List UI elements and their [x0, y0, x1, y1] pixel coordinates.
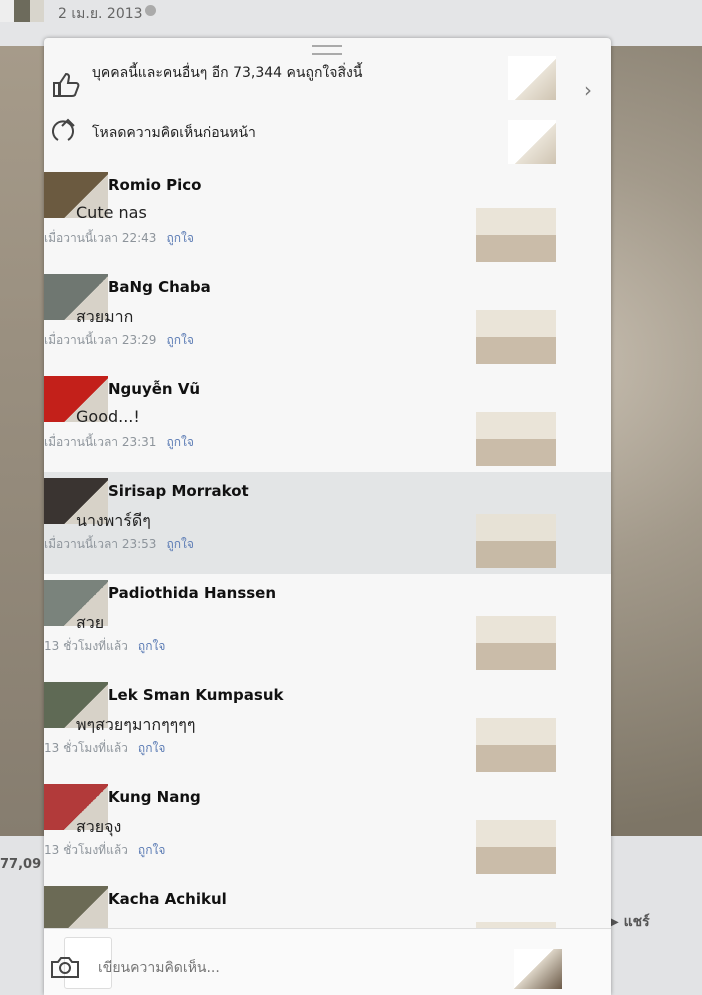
- likes-summary-text: บุคคลนี้และคนอื่นๆ อีก 73,344 คนถูกใจสิ่…: [92, 65, 363, 81]
- comment-like-link[interactable]: ถูกใจ: [138, 843, 165, 857]
- comment-side-thumbnail: [476, 274, 556, 364]
- composer-thumbnail: [514, 949, 562, 989]
- comment-side-thumbnail: [476, 478, 556, 568]
- comment-meta: เมื่อวานนี้เวลา 23:53 ถูกใจ: [44, 535, 194, 554]
- comment-row[interactable]: Romio Pico Cute nas เมื่อวานนี้เวลา 22:43 ถ…: [44, 166, 611, 268]
- comment-side-thumbnail: [476, 580, 556, 670]
- comment-row[interactable]: BaNg Chaba สวยมากเมื่อวานนี้เวลา 23:29 ถูก…: [44, 268, 611, 370]
- comment-text: Good...!: [76, 407, 140, 426]
- commenter-name[interactable]: Lek Sman Kumpasuk: [108, 686, 284, 704]
- refresh-icon: [52, 118, 75, 141]
- camera-icon[interactable]: [50, 953, 80, 979]
- comment-time: เมื่อวานนี้เวลา 23:53: [44, 537, 157, 551]
- likes-count-partial: 77,09: [0, 857, 42, 872]
- thumbs-up-icon: [53, 72, 80, 97]
- commenter-name[interactable]: Romio Pico: [108, 176, 202, 194]
- comment-side-thumbnail: [476, 376, 556, 466]
- commenter-avatar[interactable]: [44, 886, 108, 932]
- comment-like-link[interactable]: ถูกใจ: [166, 435, 193, 449]
- load-thumbnail: [508, 120, 556, 164]
- comment-meta: 13 ชั่วโมงที่แล้ว ถูกใจ: [44, 739, 165, 758]
- comment-like-link[interactable]: ถูกใจ: [166, 333, 193, 347]
- comment-time: เมื่อวานนี้เวลา 23:29: [44, 333, 157, 347]
- globe-icon: [145, 5, 156, 16]
- comment-text: พๆสวยๆมากๆๆๆๆ: [76, 715, 196, 734]
- commenter-name[interactable]: Nguyễn Vũ: [108, 380, 200, 398]
- comment-like-link[interactable]: ถูกใจ: [166, 231, 193, 245]
- comment-text: Cute nas: [76, 203, 147, 222]
- commenter-name[interactable]: Padiothida Hanssen: [108, 584, 276, 602]
- comment-meta: 13 ชั่วโมงที่แล้ว ถูกใจ: [44, 841, 165, 860]
- comment-input[interactable]: [96, 959, 520, 977]
- comment-text: สวยจุง: [76, 817, 122, 836]
- chevron-right-icon[interactable]: ›: [584, 78, 592, 102]
- comment-row[interactable]: Kung Nang สวยจุง 13 ชั่วโมงที่แล้ว ถูกใจ: [44, 778, 611, 880]
- comment-row[interactable]: Padiothida Hanssen สวย 13 ชั่วโมงที่แล้ว ถู…: [44, 574, 611, 676]
- comment-text: นางพาร์ดีๆ: [76, 511, 151, 530]
- comment-side-thumbnail: [476, 682, 556, 772]
- load-previous-row[interactable]: โหลดความคิดเห็นก่อนหน้า: [44, 106, 611, 168]
- comment-time: 13 ชั่วโมงที่แล้ว: [44, 741, 128, 755]
- photo-left-edge: [0, 46, 44, 836]
- comment-meta: เมื่อวานนี้เวลา 23:29 ถูกใจ: [44, 331, 194, 350]
- post-date: 2 เม.ย. 2013: [58, 6, 143, 22]
- commenter-name[interactable]: Sirisap Morrakot: [108, 482, 249, 500]
- comment-meta: 13 ชั่วโมงที่แล้ว ถูกใจ: [44, 637, 165, 656]
- comment-row[interactable]: Lek Sman Kumpasuk พๆสวยๆมากๆๆๆๆ 13 ชั่วโมง…: [44, 676, 611, 778]
- poster-avatar[interactable]: [0, 0, 44, 22]
- comment-time: 13 ชั่วโมงที่แล้ว: [44, 639, 128, 653]
- commenter-name[interactable]: Kacha Achikul: [108, 890, 227, 908]
- comment-row[interactable]: Nguyễn Vũ Good...! เมื่อวานนี้เวลา 23:31 ถู…: [44, 370, 611, 472]
- share-button[interactable]: ▶ แชร์: [608, 911, 650, 933]
- comment-like-link[interactable]: ถูกใจ: [138, 639, 165, 653]
- comment-text: สวยมาก: [76, 307, 134, 326]
- comment-meta: เมื่อวานนี้เวลา 23:31 ถูกใจ: [44, 433, 194, 452]
- comment-like-link[interactable]: ถูกใจ: [166, 537, 193, 551]
- comment-composer: [44, 928, 611, 995]
- comment-text: สวย: [76, 613, 105, 632]
- drag-handle-icon[interactable]: [312, 45, 342, 55]
- commenter-name[interactable]: BaNg Chaba: [108, 278, 211, 296]
- comment-meta: เมื่อวานนี้เวลา 22:43 ถูกใจ: [44, 229, 194, 248]
- comment-time: 13 ชั่วโมงที่แล้ว: [44, 843, 128, 857]
- comment-side-thumbnail: [476, 172, 556, 262]
- comment-row[interactable]: Sirisap Morrakot นางพาร์ดีๆเมื่อวานนี้เวล…: [44, 472, 611, 574]
- comments-panel: บุคคลนี้และคนอื่นๆ อีก 73,344 คนถูกใจสิ่…: [44, 38, 611, 995]
- comment-like-link[interactable]: ถูกใจ: [138, 741, 165, 755]
- comment-time: เมื่อวานนี้เวลา 22:43: [44, 231, 157, 245]
- commenter-name[interactable]: Kung Nang: [108, 788, 201, 806]
- likes-thumbnail: [508, 56, 556, 100]
- comment-side-thumbnail: [476, 784, 556, 874]
- load-previous-link[interactable]: โหลดความคิดเห็นก่อนหน้า: [92, 122, 256, 144]
- share-label: แชร์: [623, 914, 650, 930]
- comment-time: เมื่อวานนี้เวลา 23:31: [44, 435, 157, 449]
